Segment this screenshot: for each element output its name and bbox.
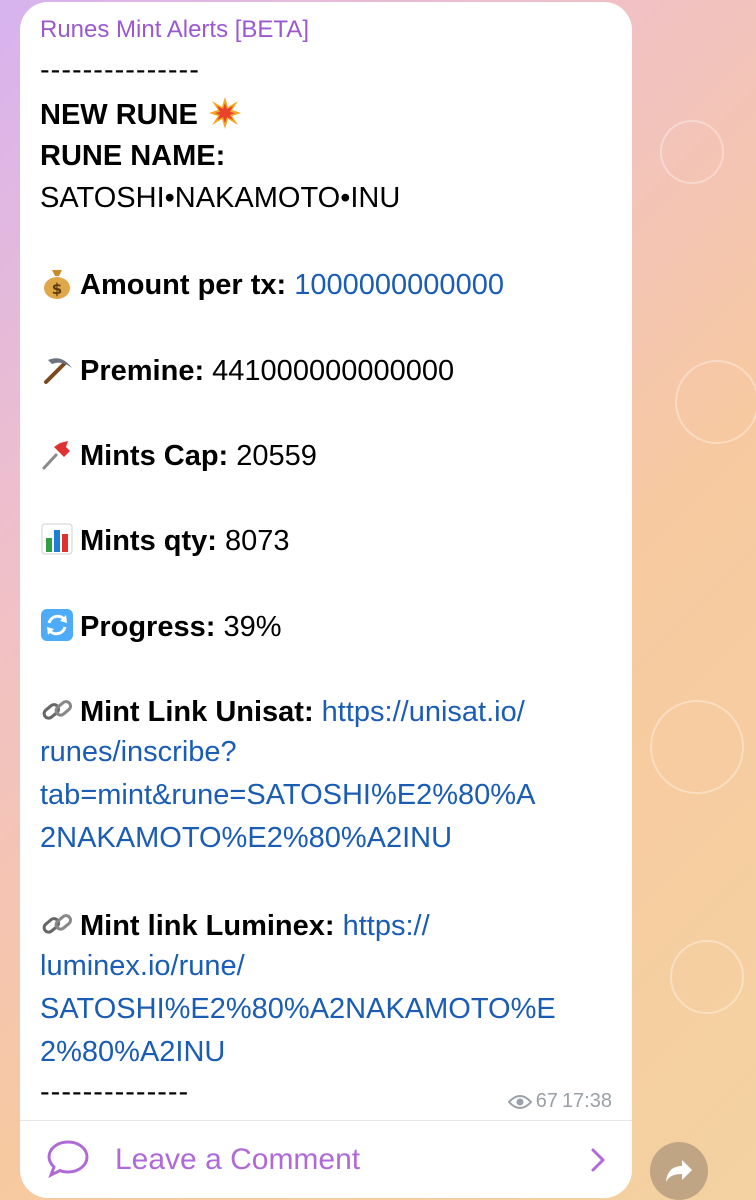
unisat-link-part-4[interactable]: 2NAKAMOTO%E2%80%A2INU: [40, 822, 452, 855]
new-rune-heading: NEW RUNE: [40, 96, 248, 132]
channel-name[interactable]: Runes Mint Alerts [BETA]: [40, 16, 309, 44]
separator-top: ---------------: [40, 54, 200, 86]
unisat-link-part-2[interactable]: runes/inscribe?: [40, 736, 237, 769]
bar-chart-icon: [41, 523, 73, 555]
wallpaper-doodle: [675, 360, 756, 444]
link-icon: [42, 914, 73, 934]
luminex-row: Mint link Luminex: https://: [40, 907, 430, 943]
money-bag-icon: $: [44, 270, 70, 299]
amount-label: Amount per tx:: [80, 269, 287, 301]
eye-icon: [507, 1094, 532, 1109]
message-bubble: Runes Mint Alerts [BETA] ---------------…: [20, 2, 632, 1198]
progress-value: 39%: [223, 611, 282, 643]
share-button[interactable]: [650, 1142, 708, 1200]
luminex-link-part-3[interactable]: SATOSHI%E2%80%A2NAKAMOTO%E: [40, 993, 556, 1026]
mints-qty-label: Mints qty:: [80, 525, 217, 557]
message-time: 17:38: [561, 1090, 612, 1112]
mints-cap-value: 20559: [236, 440, 317, 472]
unisat-link-part-1[interactable]: https://unisat.io/: [322, 696, 525, 728]
chevron-right-icon: [591, 1148, 605, 1172]
rune-name-value: SATOSHI•NAKAMOTO•INU: [40, 182, 401, 214]
leave-comment-label: Leave a Comment: [115, 1143, 361, 1176]
leave-comment-button[interactable]: Leave a Comment: [20, 1121, 632, 1198]
refresh-icon: [41, 609, 73, 641]
wallpaper-doodle: [670, 940, 744, 1014]
message-meta: 67 17:38: [507, 1090, 612, 1113]
comment-icon: [47, 1140, 89, 1179]
progress-row: Progress: 39%: [40, 608, 282, 644]
luminex-link-part-1[interactable]: https://: [343, 910, 430, 942]
luminex-link-part-2[interactable]: luminex.io/rune/: [40, 950, 245, 983]
new-rune-text: NEW RUNE: [40, 99, 198, 131]
premine-value: 441000000000000: [212, 355, 455, 387]
luminex-label: Mint link Luminex:: [80, 910, 335, 942]
pick-icon: [44, 358, 72, 384]
separator-bottom: --------------: [40, 1076, 190, 1108]
svg-text:$: $: [52, 280, 62, 298]
wallpaper-doodle: [660, 120, 724, 184]
link-icon: [42, 700, 73, 720]
premine-label: Premine:: [80, 355, 205, 387]
share-icon: [666, 1160, 692, 1182]
pushpin-icon: [42, 441, 70, 470]
unisat-label: Mint Link Unisat:: [80, 696, 314, 728]
mints-qty-value: 8073: [225, 525, 290, 557]
unisat-row: Mint Link Unisat: https://unisat.io/: [40, 693, 525, 729]
progress-label: Progress:: [80, 611, 216, 643]
wallpaper-doodle: [650, 700, 744, 794]
rune-name-label: RUNE NAME:: [40, 140, 226, 172]
premine-row: Premine: 441000000000000: [40, 352, 454, 388]
mints-qty-row: Mints qty: 8073: [40, 522, 290, 558]
views-count: 67: [535, 1090, 558, 1112]
unisat-link-part-3[interactable]: tab=mint&rune=SATOSHI%E2%80%A: [40, 779, 535, 812]
explosion-icon: [208, 97, 241, 129]
mints-cap-label: Mints Cap:: [80, 440, 229, 472]
amount-value-link[interactable]: 1000000000000: [294, 269, 504, 301]
luminex-link-part-4[interactable]: 2%80%A2INU: [40, 1036, 225, 1069]
amount-row: $ Amount per tx: 1000000000000: [40, 266, 504, 302]
mints-cap-row: Mints Cap: 20559: [40, 437, 317, 473]
